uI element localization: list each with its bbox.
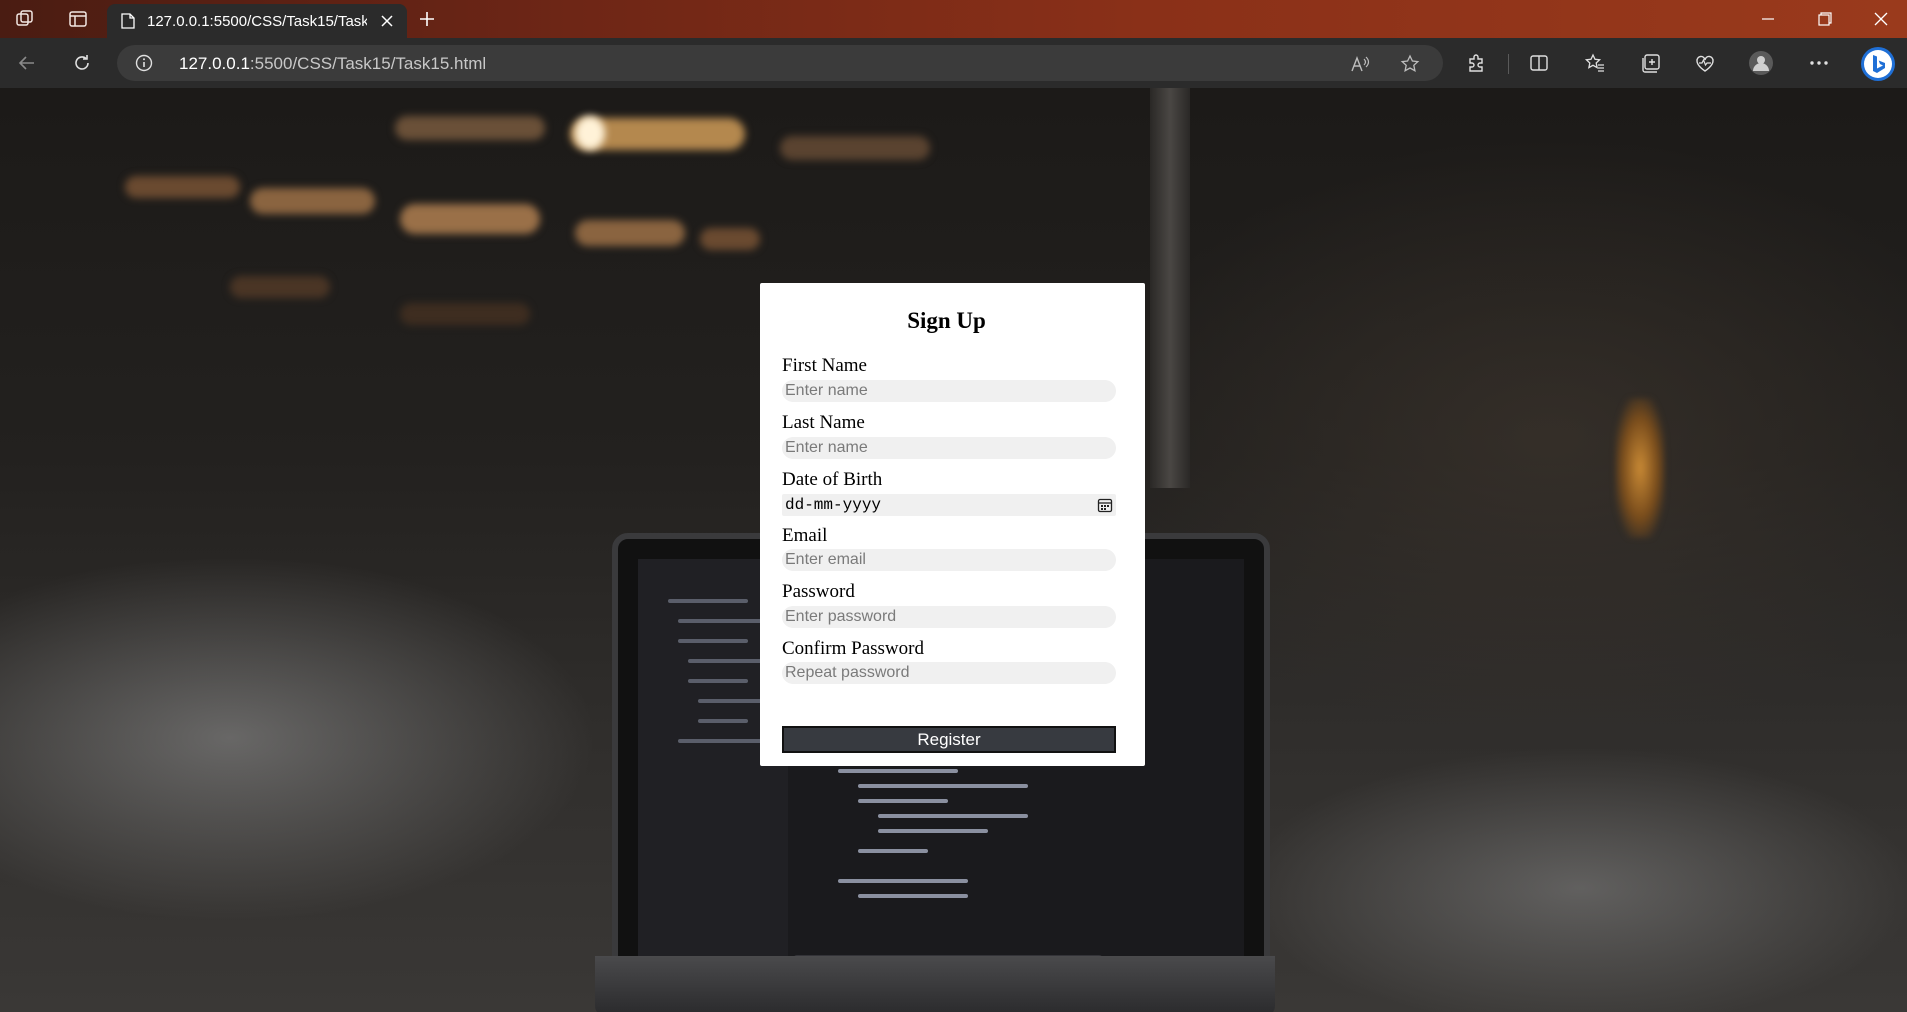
background-light-streak: [400, 303, 530, 325]
collections-icon[interactable]: [1638, 50, 1664, 76]
background-light-streak: [250, 188, 375, 214]
close-window-icon[interactable]: [1853, 0, 1907, 38]
last-name-input[interactable]: [782, 437, 1116, 459]
url-host: 127.0.0.1: [179, 54, 250, 73]
signup-form: Sign Up First Name Last Name Date of Bir…: [760, 283, 1145, 766]
background-code-line: [858, 784, 1028, 788]
password-label: Password: [782, 581, 855, 602]
bing-copilot-icon[interactable]: [1860, 46, 1896, 82]
restore-icon[interactable]: [1797, 0, 1853, 38]
first-name-input[interactable]: [782, 380, 1116, 402]
background-light-streak: [780, 136, 930, 160]
background-code-line: [858, 849, 928, 853]
form-title: Sign Up: [907, 308, 986, 333]
site-info-icon[interactable]: [135, 54, 153, 72]
profile-avatar-icon[interactable]: [1748, 50, 1774, 76]
dob-placeholder: dd-mm-yyyy: [785, 496, 882, 514]
background-lamp: [1615, 398, 1665, 538]
browser-essentials-icon[interactable]: [1692, 50, 1718, 76]
background-code-line: [858, 894, 968, 898]
confirm-password-label: Confirm Password: [782, 638, 924, 659]
background-light-streak: [400, 204, 540, 234]
url-text[interactable]: 127.0.0.1:5500/CSS/Task15/Task15.html: [179, 54, 486, 74]
dob-label: Date of Birth: [782, 469, 883, 490]
email-input[interactable]: [782, 549, 1116, 571]
background-code-line: [838, 769, 958, 773]
close-tab-icon[interactable]: [377, 11, 397, 31]
workspaces-icon[interactable]: [5, 0, 45, 38]
background-code-line: [878, 814, 1028, 818]
background-code-line: [678, 739, 768, 743]
tab-actions-icon[interactable]: [58, 0, 98, 38]
background-code-line: [688, 679, 748, 683]
back-icon[interactable]: [11, 47, 43, 79]
background-code-line: [678, 639, 748, 643]
email-label: Email: [782, 525, 828, 546]
toolbar-divider: [1508, 54, 1509, 74]
last-name-label: Last Name: [782, 412, 865, 433]
confirm-password-input[interactable]: [782, 662, 1116, 684]
background-light-streak: [395, 116, 545, 140]
password-input[interactable]: [782, 606, 1116, 628]
refresh-icon[interactable]: [66, 47, 98, 79]
background-code-line: [878, 829, 988, 833]
first-name-label: First Name: [782, 355, 867, 376]
background-laptop-keyboard: [595, 956, 1275, 1012]
background-code-line: [858, 799, 948, 803]
background-light-bulb: [575, 116, 605, 150]
split-screen-icon[interactable]: [1526, 50, 1552, 76]
address-bar[interactable]: 127.0.0.1:5500/CSS/Task15/Task15.html: [117, 45, 1443, 81]
background-code-line: [698, 719, 748, 723]
new-tab-button[interactable]: [412, 4, 442, 34]
tab-title: 127.0.0.1:5500/CSS/Task15/Task15.html: [147, 12, 367, 30]
favorite-star-icon[interactable]: [1399, 53, 1421, 75]
page-icon: [121, 13, 135, 29]
background-light-streak: [700, 228, 760, 250]
more-options-icon[interactable]: [1806, 50, 1832, 76]
background-pole: [1150, 88, 1190, 488]
background-light-streak: [575, 220, 685, 246]
dob-input[interactable]: dd-mm-yyyy: [782, 494, 1116, 516]
extensions-icon[interactable]: [1464, 50, 1490, 76]
background-light-streak: [230, 276, 330, 298]
url-path: :5500/CSS/Task15/Task15.html: [249, 54, 487, 73]
browser-tab-active[interactable]: 127.0.0.1:5500/CSS/Task15/Task15.html: [107, 4, 407, 38]
read-aloud-icon[interactable]: [1349, 53, 1371, 75]
favorites-icon[interactable]: [1582, 50, 1608, 76]
calendar-icon[interactable]: [1096, 496, 1114, 514]
minimize-icon[interactable]: [1740, 0, 1796, 38]
browser-toolbar: 127.0.0.1:5500/CSS/Task15/Task15.html: [0, 38, 1907, 88]
background-code-line: [838, 879, 968, 883]
background-light-streak: [125, 176, 240, 198]
register-button[interactable]: Register: [782, 726, 1116, 753]
browser-titlebar: 127.0.0.1:5500/CSS/Task15/Task15.html: [0, 0, 1907, 38]
background-code-line: [668, 599, 748, 603]
